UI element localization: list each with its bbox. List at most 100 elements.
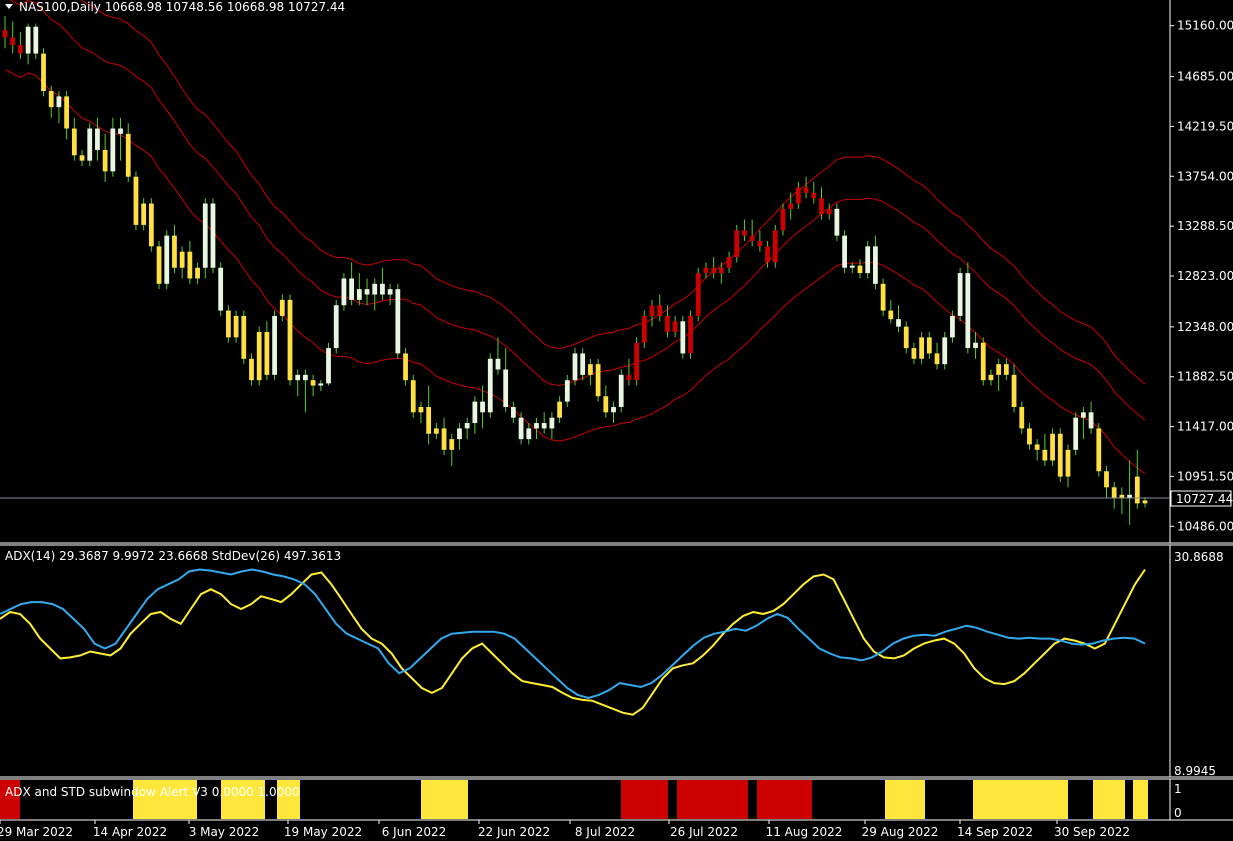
- candle-body: [71, 128, 77, 156]
- candle-body: [718, 267, 724, 274]
- candle-body: [788, 203, 794, 209]
- candle-body: [865, 246, 871, 274]
- adx-series-line: [0, 568, 1146, 716]
- candle-body: [95, 128, 100, 150]
- candle-body: [1088, 412, 1094, 429]
- candle-body: [703, 267, 709, 274]
- candle-body: [795, 187, 801, 204]
- price-tick-label: 10486.00: [1177, 519, 1233, 533]
- candle-body: [372, 283, 378, 295]
- candle-body: [341, 278, 347, 306]
- price-tick-label: 13288.50: [1177, 219, 1233, 233]
- candle-body: [164, 235, 170, 284]
- candle-body: [665, 315, 670, 333]
- price-tick-label: 13754.00: [1177, 169, 1233, 183]
- alert-block: [1133, 780, 1148, 819]
- candle-body: [464, 423, 470, 429]
- candle-body: [10, 37, 16, 45]
- candle-body: [1096, 428, 1102, 472]
- candle-body: [241, 315, 247, 359]
- alert-scale-1: 1: [1174, 782, 1182, 796]
- alert-panel[interactable]: ADX and STD subwindow Alert V3 0.0000 1.…: [0, 778, 1233, 821]
- candle-body: [1104, 471, 1109, 488]
- main-price-panel[interactable]: NAS100,Daily 10668.98 10748.56 10668.98 …: [0, 0, 1233, 544]
- candle-body: [672, 321, 678, 333]
- candle-body: [18, 44, 23, 54]
- candle-body: [148, 203, 154, 247]
- candle-body: [449, 439, 455, 450]
- candle-body: [2, 29, 8, 38]
- candle-body: [510, 406, 516, 418]
- candle-body: [742, 230, 747, 236]
- time-tick-label: 8 Jul 2022: [575, 825, 635, 839]
- price-tick-label: 15160.00: [1177, 19, 1233, 33]
- candle-body: [988, 374, 994, 381]
- candle-body: [780, 208, 786, 231]
- candle-body: [942, 337, 948, 365]
- candle-body: [611, 406, 616, 413]
- candle-body: [580, 353, 586, 375]
- candle-body: [849, 265, 855, 268]
- price-tick-label: 11882.50: [1177, 370, 1233, 384]
- candle-body: [480, 401, 485, 413]
- candle-body: [179, 251, 185, 268]
- candle-body: [395, 289, 401, 354]
- price-tick-label: 12348.00: [1177, 320, 1233, 334]
- candle-body: [364, 289, 370, 295]
- time-tick-label: 6 Jun 2022: [382, 825, 447, 839]
- candle-body: [1057, 433, 1063, 477]
- candle-body: [41, 53, 46, 92]
- candle-body: [641, 315, 647, 343]
- time-tick-label: 14 Apr 2022: [93, 825, 167, 839]
- candle-body: [210, 203, 216, 268]
- candle-body: [118, 128, 123, 134]
- candle-body: [256, 332, 262, 381]
- time-tick-label: 19 May 2022: [284, 825, 362, 839]
- alert-block: [973, 780, 1068, 819]
- candle-body: [757, 240, 763, 247]
- candle-body: [934, 353, 940, 365]
- trading-chart: NAS100,Daily 10668.98 10748.56 10668.98 …: [0, 0, 1233, 839]
- candle-body: [249, 358, 254, 381]
- candle-body: [295, 374, 301, 381]
- candle-body: [919, 337, 925, 359]
- time-axis: 29 Mar 2022 14 Apr 2022 3 May 2022 19 May 2…: [0, 820, 1130, 839]
- candle-body: [110, 128, 116, 172]
- candle-body: [326, 348, 331, 384]
- candle-body: [834, 208, 840, 236]
- time-tick-label: 14 Sep 2022: [957, 825, 1033, 839]
- alert-header: ADX and STD subwindow Alert V3 0.0000 1.…: [5, 785, 300, 799]
- candle-body: [25, 26, 31, 54]
- candle-body: [403, 353, 408, 381]
- adx-panel[interactable]: ADX(14) 29.3687 9.9972 23.6668 StdDev(26…: [0, 544, 1233, 778]
- main-header: NAS100,Daily 10668.98 10748.56 10668.98 …: [19, 0, 345, 14]
- candle-body: [911, 348, 917, 359]
- candle-body: [318, 383, 324, 386]
- candle-body: [1065, 449, 1071, 477]
- candle-body: [926, 337, 932, 354]
- candle-body: [426, 406, 432, 434]
- candle-body: [896, 319, 901, 327]
- alert-block: [885, 780, 925, 819]
- candle-body: [680, 321, 686, 354]
- candle-body: [133, 176, 139, 225]
- candle-body: [487, 358, 493, 413]
- candle-body: [202, 203, 208, 268]
- adx-header: ADX(14) 29.3687 9.9972 23.6668 StdDev(26…: [5, 549, 341, 563]
- candle-body: [356, 289, 362, 300]
- alert-block: [1093, 780, 1125, 819]
- candle-body: [1073, 417, 1079, 450]
- candle-body: [826, 208, 832, 215]
- candle-body: [588, 364, 593, 375]
- candle-body: [595, 364, 601, 397]
- candle-body: [56, 96, 62, 108]
- candle-body: [980, 342, 986, 381]
- candle-body: [233, 315, 239, 338]
- candle-body: [711, 267, 717, 274]
- candle-body: [1134, 476, 1140, 504]
- alert-block: [677, 780, 748, 819]
- candle-body: [526, 428, 532, 440]
- candle-body: [503, 369, 509, 407]
- candle-body: [33, 26, 39, 54]
- candle-body: [141, 203, 147, 225]
